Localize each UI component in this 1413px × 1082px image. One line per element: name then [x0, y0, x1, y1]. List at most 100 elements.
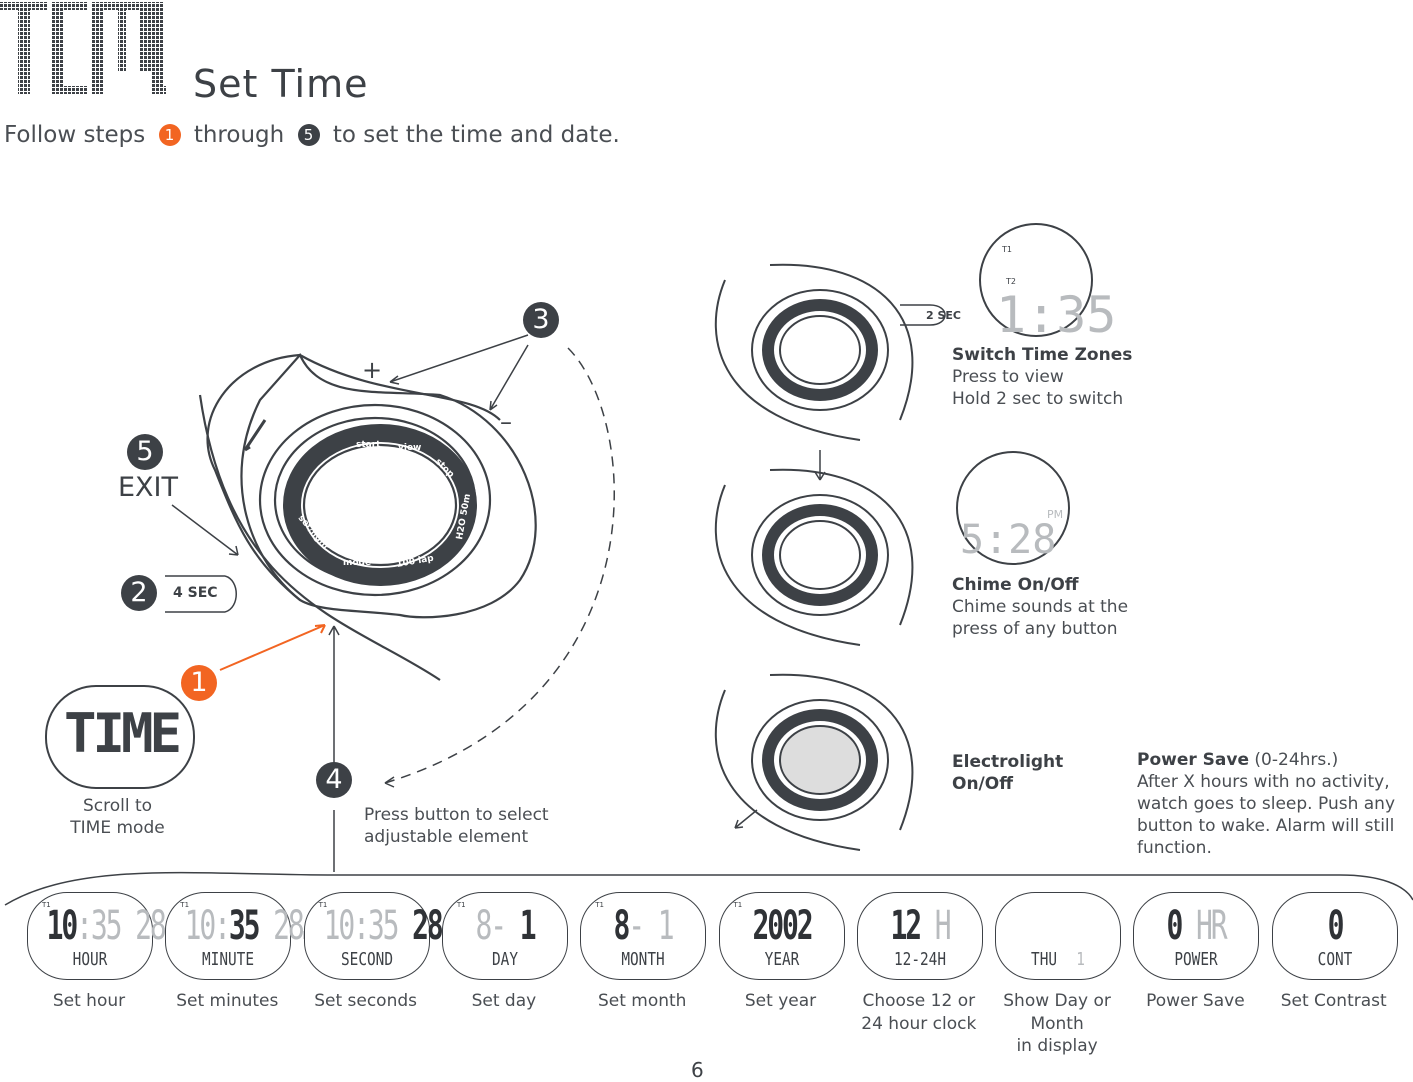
- lcd-segment: H: [919, 903, 952, 949]
- caption-line: in display: [1016, 1036, 1098, 1056]
- feature-electrolight: Electrolight On/Off: [952, 751, 1063, 795]
- lcd-label: CONT: [1285, 949, 1384, 970]
- lcd-label-text: CONT: [1317, 949, 1353, 970]
- lcd-segment: 12: [890, 903, 922, 949]
- feature-title: Electrolight: [952, 752, 1064, 772]
- lcd-display: T1 2002 YEAR: [718, 892, 845, 980]
- lcd-display: T110:35 28PMSECOND: [303, 892, 451, 980]
- lcd-label-text: HOUR: [72, 949, 108, 970]
- caption-line: Power Save: [1146, 991, 1245, 1011]
- lcd-segment: 10: [46, 903, 79, 949]
- caption-line: Show Day or: [1003, 991, 1111, 1011]
- lcd-t1: T1: [1001, 245, 1012, 254]
- feature-title: On/Off: [952, 774, 1013, 794]
- lcd-display: T110:35 28PMHOUR: [27, 892, 174, 980]
- caption-line: Choose 12 or: [862, 991, 976, 1011]
- lcd-segment: 35: [229, 903, 261, 949]
- lcd-segment: 0: [1166, 903, 1184, 949]
- lcd-label: MINUTE: [179, 949, 278, 970]
- feature-line: Hold 2 sec to switch: [952, 389, 1124, 409]
- display-caption: Set hour: [14, 990, 164, 1013]
- lcd-segment: 28: [258, 903, 305, 949]
- power-save-line: After X hours with no activity,: [1137, 772, 1390, 792]
- lcd-value: 2002: [738, 903, 825, 949]
- lcd-chime-value: 5:28: [960, 517, 1056, 563]
- display-caption: Choose 12 or 24 hour clock: [844, 990, 994, 1035]
- lcd-label: THU 1: [1008, 949, 1107, 970]
- display-caption: Set minutes: [152, 990, 302, 1013]
- time-bubble-text: TIME: [64, 702, 179, 765]
- lcd-label-text: SECOND: [340, 949, 393, 970]
- caption-line: Set year: [744, 991, 817, 1011]
- small-watch-electrolight: [714, 673, 914, 851]
- lcd-value: 0 HR: [1153, 903, 1240, 949]
- power-save-line: button to wake. Alarm will still: [1137, 816, 1395, 836]
- press-caption-line: Press button to select: [364, 805, 549, 825]
- lcd-segment: 1: [504, 903, 537, 949]
- display-caption: Set year: [706, 990, 856, 1013]
- lcd-label: HOUR: [40, 949, 139, 970]
- power-save-range: (0-24hrs.): [1254, 750, 1339, 770]
- lcd-value: 8- 1: [461, 903, 548, 949]
- display-caption: Set Contrast: [1259, 990, 1409, 1013]
- small-watch-timezone: [714, 263, 914, 441]
- feature-line: Press to view: [952, 367, 1064, 387]
- lcd-segment: 28: [396, 903, 444, 949]
- lcd-segment: - 1: [628, 903, 674, 949]
- caption-line: 24 hour clock: [861, 1013, 977, 1034]
- feature-title: Chime On/Off: [952, 575, 1079, 595]
- power-save-line: watch goes to sleep. Push any: [1137, 794, 1396, 814]
- lcd-display: T1 8- 1 MONTH: [580, 892, 707, 980]
- lcd-segment: 10:35: [323, 903, 399, 949]
- feature-line: press of any button: [952, 619, 1118, 639]
- press-caption: Press button to select adjustable elemen…: [364, 804, 549, 848]
- hold-4sec-label: 4 SEC: [173, 585, 218, 601]
- display-caption: Power Save: [1120, 990, 1270, 1013]
- power-save-title: Power Save: [1137, 750, 1250, 770]
- bezel-start: start: [356, 440, 381, 450]
- caption-line: Set Contrast: [1280, 991, 1387, 1011]
- press-caption-line: adjustable element: [364, 827, 529, 847]
- lcd-label: YEAR: [732, 949, 831, 970]
- lcd-segment: 2002: [751, 903, 813, 949]
- lcd-t2: T2: [1005, 277, 1016, 286]
- page-number: 6: [691, 1058, 704, 1082]
- lcd-segment: HR: [1181, 903, 1228, 949]
- caption-line: Set day: [471, 991, 537, 1011]
- lcd-label-value: 1: [1076, 949, 1086, 970]
- lcd-label-text: YEAR: [764, 949, 799, 970]
- lcd-segment: 0: [1327, 903, 1344, 949]
- display-caption: Set seconds: [291, 990, 441, 1013]
- lcd-label: MONTH: [594, 949, 693, 970]
- display-caption: Show Day or Month in display: [982, 990, 1132, 1058]
- lcd-label-text: DAY: [491, 949, 518, 970]
- lcd-segment: 10:: [184, 903, 231, 949]
- bezel-mode: mode: [343, 558, 371, 568]
- display-caption: Set month: [567, 990, 717, 1013]
- lcd-label-text: THU: [1031, 949, 1058, 970]
- caption-line: Set minutes: [176, 991, 279, 1011]
- small-watch-chime: [714, 468, 914, 646]
- feature-line: Chime sounds at the: [952, 597, 1129, 617]
- minus-label: –: [500, 408, 512, 436]
- lcd-display: T110:35 28PMMINUTE: [165, 892, 312, 980]
- lcd-label-text: MINUTE: [202, 949, 255, 970]
- scroll-caption: Scroll to TIME mode: [40, 795, 195, 839]
- feature-switch-time-zones: Switch Time Zones Press to view Hold 2 s…: [952, 344, 1132, 410]
- lcd-timezone-time: 1:35: [996, 286, 1116, 344]
- step-1-badge: 1: [181, 665, 217, 701]
- step-5-badge: 5: [127, 434, 163, 470]
- scroll-caption-line: TIME mode: [70, 818, 165, 838]
- display-caption: Set day: [429, 990, 579, 1013]
- lcd-segment: 28: [120, 903, 167, 949]
- scroll-caption-line: Scroll to: [82, 796, 153, 816]
- lcd-display: 0 CONT: [1271, 892, 1398, 980]
- lcd-display: 0 HR POWER: [1133, 892, 1260, 980]
- lcd-value: 12 H: [876, 903, 963, 949]
- caption-line: Set seconds: [314, 991, 417, 1011]
- lcd-label-text: 12-24H: [893, 949, 946, 970]
- feature-chime: Chime On/Off Chime sounds at the press o…: [952, 574, 1128, 640]
- lcd-label: SECOND: [317, 949, 416, 970]
- lcd-display: 12 H 12-24H: [856, 892, 983, 980]
- lcd-segment: 8-: [475, 903, 507, 949]
